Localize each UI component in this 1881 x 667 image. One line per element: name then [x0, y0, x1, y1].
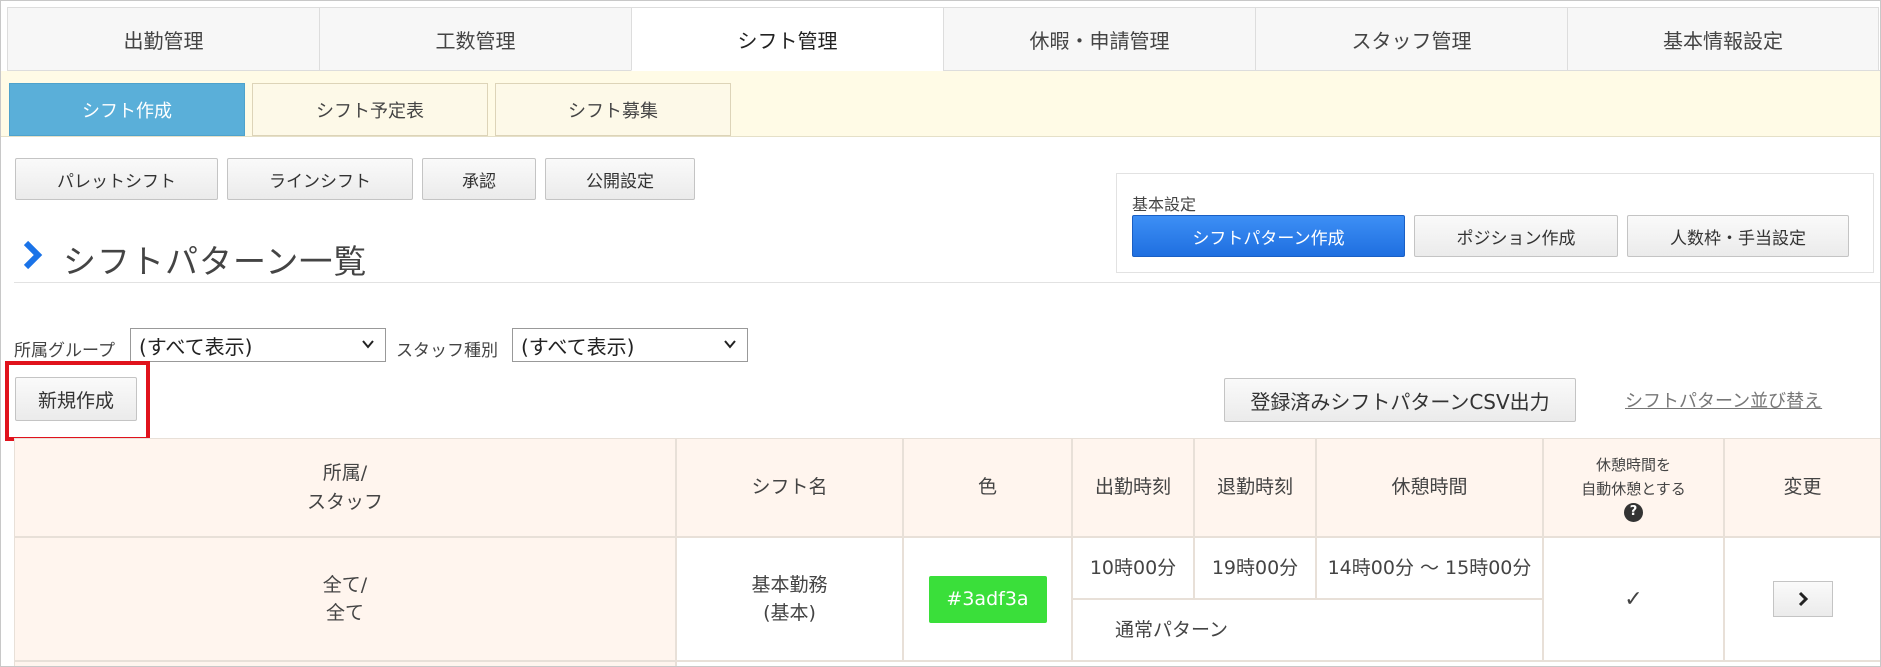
page-title: シフトパターン一覧 [63, 242, 368, 281]
tab-leave-requests[interactable]: 休暇・申請管理 [943, 7, 1255, 71]
highlight-box [5, 361, 150, 441]
tab-basic-settings[interactable]: 基本情報設定 [1567, 7, 1879, 71]
group-filter-value: (すべて表示) [139, 334, 253, 359]
header-group-staff-line2: スタッフ [306, 490, 383, 513]
row-start-time: 10時00分 [1072, 537, 1194, 599]
subtab-shift-schedule[interactable]: シフト予定表 [252, 83, 488, 136]
header-start-time: 出勤時刻 [1072, 438, 1194, 537]
row-group-line1: 全て/ [322, 573, 368, 596]
row-change-cell [1724, 537, 1880, 661]
group-filter-label: 所属グループ [14, 341, 115, 361]
row-color-cell: #3adf3a [903, 537, 1072, 661]
csv-export-button[interactable]: 登録済みシフトパターンCSV出力 [1224, 378, 1576, 422]
tab-staff-management[interactable]: スタッフ管理 [1255, 7, 1567, 71]
header-auto-break-line1: 休憩時間を [1595, 456, 1671, 474]
table-row [676, 661, 1880, 666]
row-shift-name: 基本勤務 (基本) [676, 537, 903, 661]
row-pattern-type: 通常パターン [1072, 599, 1543, 661]
title-divider [14, 282, 1880, 283]
headcount-allowance-button[interactable]: 人数枠・手当設定 [1627, 215, 1849, 257]
sub-navigation: シフト作成 シフト予定表 シフト募集 [1, 71, 1880, 137]
basic-settings-label: 基本設定 [1132, 195, 1197, 214]
row-auto-break-check: ✓ [1543, 537, 1724, 661]
staff-type-filter-label: スタッフ種別 [396, 341, 498, 361]
tab-attendance[interactable]: 出勤管理 [7, 7, 319, 71]
color-swatch: #3adf3a [928, 575, 1047, 623]
publish-settings-button[interactable]: 公開設定 [545, 158, 695, 200]
staff-type-filter-value: (すべて表示) [521, 334, 635, 359]
approval-button[interactable]: 承認 [422, 158, 536, 200]
chevron-down-icon [724, 340, 736, 349]
tab-man-hours[interactable]: 工数管理 [319, 7, 631, 71]
line-shift-button[interactable]: ラインシフト [227, 158, 413, 200]
header-change: 変更 [1724, 438, 1880, 537]
header-group-staff-line1: 所属/ [322, 462, 368, 484]
shift-pattern-create-button[interactable]: シフトパターン作成 [1132, 215, 1405, 257]
chevron-right-icon [1798, 591, 1808, 607]
group-filter-select[interactable]: (すべて表示) [130, 328, 386, 362]
header-break-time: 休憩時間 [1316, 438, 1543, 537]
row-group-staff: 全て/ 全て [14, 537, 676, 661]
row-shift-name-line2: (基本) [763, 602, 816, 624]
position-create-button[interactable]: ポジション作成 [1414, 215, 1618, 257]
header-auto-break: 休憩時間を 自動休憩とする ? [1543, 438, 1724, 537]
subtab-shift-create[interactable]: シフト作成 [9, 83, 245, 136]
tab-shift-management[interactable]: シフト管理 [631, 7, 943, 71]
reorder-shift-patterns-link[interactable]: シフトパターン並び替え [1625, 387, 1822, 413]
chevron-down-icon [362, 340, 374, 349]
app-frame: 出勤管理 工数管理 シフト管理 休暇・申請管理 スタッフ管理 基本情報設定 シフ… [0, 0, 1881, 667]
header-group-staff: 所属/ スタッフ [14, 438, 676, 537]
row-group-staff [14, 661, 676, 666]
question-circle-icon[interactable]: ? [1624, 503, 1643, 522]
shift-pattern-table: 所属/ スタッフ シフト名 色 出勤時刻 退勤時刻 休憩時間 休憩時間を 自動休… [14, 438, 1880, 666]
row-end-time: 19時00分 [1194, 537, 1316, 599]
header-color: 色 [903, 438, 1072, 537]
row-shift-name-line1: 基本勤務 [751, 573, 828, 596]
header-end-time: 退勤時刻 [1194, 438, 1316, 537]
palette-shift-button[interactable]: パレットシフト [15, 158, 218, 200]
subtab-shift-recruitment[interactable]: シフト募集 [495, 83, 731, 136]
header-shift-name: シフト名 [676, 438, 903, 537]
header-auto-break-line2: 自動休憩とする [1581, 480, 1686, 498]
chevron-right-icon [23, 240, 43, 270]
row-break-time: 14時00分 〜 15時00分 [1316, 537, 1543, 599]
row-group-line2: 全て [325, 602, 364, 624]
top-navigation: 出勤管理 工数管理 シフト管理 休暇・申請管理 スタッフ管理 基本情報設定 [7, 7, 1880, 71]
row-change-button[interactable] [1772, 581, 1833, 617]
staff-type-filter-select[interactable]: (すべて表示) [512, 328, 748, 362]
